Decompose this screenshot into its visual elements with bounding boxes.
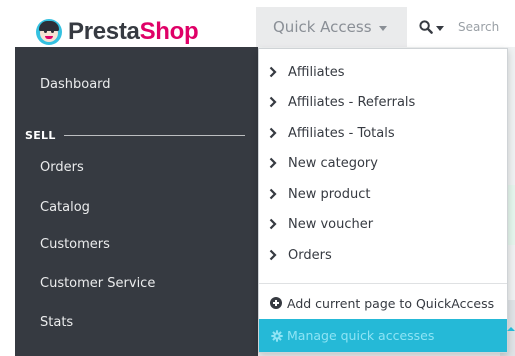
- chevron-right-icon: [269, 218, 277, 230]
- chevron-right-icon: [269, 96, 277, 108]
- manage-quick-accesses-button[interactable]: Manage quick accesses: [259, 319, 507, 352]
- sidebar-section-sell: SELL: [25, 128, 245, 142]
- sidebar-item-dashboard[interactable]: Dashboard: [40, 77, 111, 92]
- quick-access-item[interactable]: New voucher: [269, 214, 373, 234]
- chevron-right-icon: [269, 188, 277, 200]
- quick-access-label: Quick Access: [273, 18, 372, 36]
- quick-access-item[interactable]: Orders: [269, 245, 332, 265]
- chevron-right-icon: [269, 66, 277, 78]
- chevron-right-icon: [269, 249, 277, 261]
- search-input[interactable]: [458, 20, 515, 34]
- gear-icon: [271, 329, 283, 342]
- quick-access-item-label: Orders: [288, 247, 332, 263]
- prestashop-logo[interactable]: PrestaShop: [36, 17, 199, 47]
- quick-access-item[interactable]: New product: [269, 184, 371, 204]
- search-type-caret-icon[interactable]: [436, 25, 444, 31]
- quick-access-item-label: New voucher: [288, 216, 374, 232]
- add-current-page-button[interactable]: Add current page to QuickAccess: [270, 293, 494, 313]
- quick-access-item[interactable]: Affiliates - Totals: [269, 123, 395, 143]
- logo-word-presta: Presta: [68, 18, 140, 45]
- sidebar-item-catalog[interactable]: Catalog: [40, 200, 90, 215]
- logo-word-shop: Shop: [139, 18, 199, 45]
- sidebar-item-stats[interactable]: Stats: [40, 315, 73, 330]
- quick-access-item-label: New product: [288, 186, 371, 202]
- chevron-right-icon: [269, 127, 277, 139]
- dropdown-divider: [259, 283, 507, 284]
- search-icon[interactable]: [419, 20, 433, 34]
- section-divider: [63, 134, 245, 136]
- caret-down-icon: [378, 25, 387, 31]
- quick-access-button[interactable]: Quick Access: [256, 7, 407, 47]
- quick-access-item[interactable]: New category: [269, 153, 378, 173]
- sidebar-item-customer-service[interactable]: Customer Service: [40, 276, 155, 291]
- add-current-page-label: Add current page to QuickAccess: [287, 295, 495, 311]
- quick-access-item-label: New category: [288, 155, 378, 171]
- quick-access-item[interactable]: Affiliates: [269, 62, 345, 82]
- plus-circle-icon: [270, 297, 282, 309]
- quick-access-dropdown: Affiliates Affiliates - Referrals Affili…: [258, 48, 508, 353]
- sidebar-nav: Dashboard SELL Orders Catalog Customers …: [15, 47, 258, 356]
- sidebar-item-customers[interactable]: Customers: [40, 237, 110, 252]
- manage-quick-accesses-label: Manage quick accesses: [287, 328, 435, 343]
- quick-access-item[interactable]: Affiliates - Referrals: [269, 92, 415, 112]
- search-area: [407, 7, 515, 47]
- quick-access-item-label: Affiliates - Referrals: [288, 94, 416, 110]
- prestashop-mascot-icon: [36, 19, 62, 45]
- chevron-right-icon: [269, 157, 277, 169]
- scroll-up-icon[interactable]: [507, 323, 515, 335]
- sidebar-section-label: SELL: [25, 128, 56, 142]
- quick-access-item-label: Affiliates: [288, 64, 345, 80]
- sidebar-item-orders[interactable]: Orders: [40, 160, 84, 175]
- logo-text: PrestaShop: [68, 18, 199, 46]
- quick-access-item-label: Affiliates - Totals: [288, 125, 395, 141]
